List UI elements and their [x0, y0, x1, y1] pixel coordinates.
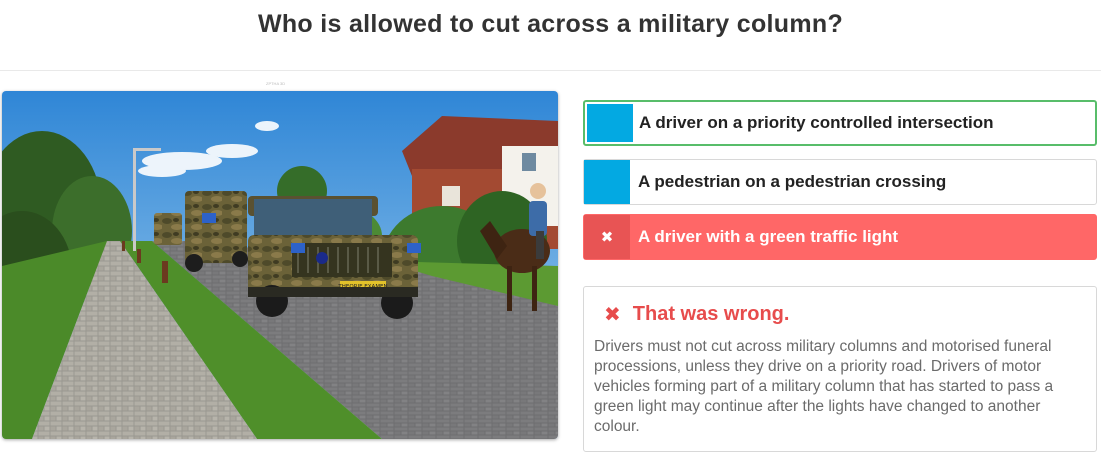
answer-option-1[interactable]: A driver on a priority controlled inters…	[583, 100, 1097, 146]
answer-option-marker	[587, 104, 633, 142]
cross-icon: ✖	[604, 303, 621, 326]
question-title: Who is allowed to cut across a military …	[257, 10, 844, 38]
answer-option-2[interactable]: A pedestrian on a pedestrian crossing	[583, 159, 1097, 205]
close-icon: ✖	[600, 229, 614, 246]
header-divider	[0, 70, 1101, 71]
answer-option-label: A pedestrian on a pedestrian crossing	[638, 172, 947, 191]
answer-option-3[interactable]: ✖ A driver with a green traffic light	[583, 214, 1097, 260]
feedback-heading: That was wrong.	[632, 302, 790, 325]
answer-option-label: A driver on a priority controlled inters…	[639, 113, 994, 132]
feedback-explanation: Drivers must not cut across military col…	[594, 338, 1054, 435]
image-credit: ZPTHA 3D	[266, 81, 286, 86]
question-image: THEORIE EXAMEN	[2, 91, 558, 439]
answer-option-label: A driver with a green traffic light	[638, 227, 899, 246]
answer-option-marker	[584, 160, 630, 204]
feedback-panel: ✖ That was wrong. Drivers must not cut a…	[583, 286, 1097, 452]
